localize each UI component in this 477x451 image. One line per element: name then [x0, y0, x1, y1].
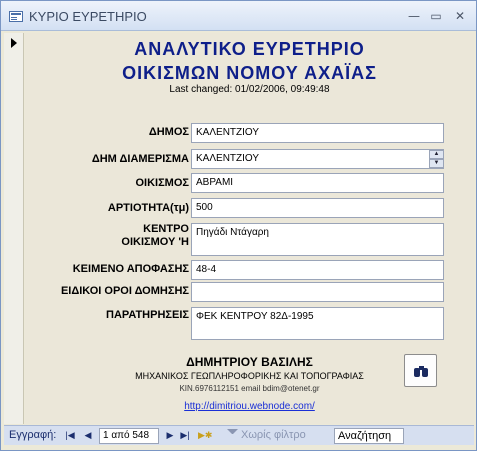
dim-diamerisma-label: ΔΗΜ ΔΙΑΜΕΡΙΣΜΑ: [91, 153, 189, 165]
main-window: ΚΥΡΙΟ ΕΥΡΕΤΗΡΙΟ — ▭ ✕ ΑΝΑΛΥΤΙΚΟ ΕΥΡΕΤΗΡΙ…: [0, 0, 477, 451]
spin-up-icon[interactable]: ▲: [429, 150, 444, 159]
eidikoi-label: ΕΙΔΙΚΟΙ ΟΡΟΙ ΔΟΜΗΣΗΣ: [60, 285, 189, 297]
form-heading-line2: ΟΙΚΙΣΜΩΝ ΝΟΜΟΥ ΑΧΑΪΑΣ: [122, 63, 377, 83]
current-record-arrow-icon: [11, 38, 17, 48]
maximize-button[interactable]: ▭: [426, 8, 446, 25]
kentro-label-line1: ΚΕΝΤΡΟ: [143, 223, 189, 235]
first-record-icon[interactable]: |◀: [64, 428, 76, 442]
keimeno-field[interactable]: 48-4: [191, 260, 444, 280]
search-box[interactable]: Αναζήτηση: [334, 428, 404, 444]
eidikoi-field[interactable]: [191, 282, 444, 302]
record-position-input[interactable]: 1 από 548: [99, 428, 159, 444]
previous-record-icon[interactable]: ◀: [82, 428, 94, 442]
record-selector[interactable]: [4, 33, 24, 424]
dimos-label: ΔΗΜΟΣ: [148, 126, 189, 138]
dim-diamerisma-spinner[interactable]: ▲ ▼: [429, 150, 444, 168]
oikismos-field[interactable]: ΑΒΡΑΜΙ: [191, 173, 444, 193]
window-title: ΚΥΡΙΟ ΕΥΡΕΤΗΡΙΟ: [29, 9, 147, 24]
artiotita-field[interactable]: 500: [191, 198, 444, 218]
minimize-button[interactable]: —: [404, 8, 424, 25]
new-record-icon[interactable]: ▶✱: [198, 428, 212, 442]
binoculars-icon: [414, 366, 429, 377]
filter-icon: [227, 429, 238, 438]
paratiriseis-field[interactable]: ΦΕΚ ΚΕΝΤΡΟΥ 82Δ-1995: [191, 307, 444, 340]
filter-status[interactable]: Χωρίς φίλτρο: [227, 429, 306, 441]
filter-label: Χωρίς φίλτρο: [241, 429, 306, 441]
next-record-icon[interactable]: ▶: [164, 428, 176, 442]
title-bar: ΚΥΡΙΟ ΕΥΡΕΤΗΡΙΟ — ▭ ✕: [1, 1, 476, 31]
artiotita-label: ΑΡΤΙΟΤΗΤΑ(τμ): [107, 202, 189, 214]
kentro-field[interactable]: Πηγάδι Ντάγαρη: [191, 223, 444, 256]
oikismos-label: ΟΙΚΙΣΜΟΣ: [135, 177, 189, 189]
find-button[interactable]: [404, 354, 437, 387]
spin-down-icon[interactable]: ▼: [429, 159, 444, 168]
record-label: Εγγραφή:: [9, 429, 57, 441]
record-navigation-bar: Εγγραφή: |◀ ◀ 1 από 548 ▶ ▶| ▶✱ Χωρίς φί…: [4, 425, 474, 445]
dimos-field[interactable]: ΚΑΛΕΝΤΖΙΟΥ: [191, 123, 444, 143]
dim-diamerisma-combo[interactable]: ΚΑΛΕΝΤΖΙΟΥ: [191, 149, 444, 169]
last-record-icon[interactable]: ▶|: [179, 428, 191, 442]
close-button[interactable]: ✕: [450, 8, 470, 25]
author-website-link[interactable]: http://dimitriou.webnode.com/: [25, 401, 474, 412]
form-body: ΑΝΑΛΥΤΙΚΟ ΕΥΡΕΤΗΡΙΟ ΟΙΚΙΣΜΩΝ ΝΟΜΟΥ ΑΧΑΪΑ…: [25, 33, 474, 424]
kentro-label-line2: ΟΙΚΙΣΜΟΥ 'Η: [121, 236, 189, 248]
paratiriseis-label: ΠΑΡΑΤΗΡΗΣΕΙΣ: [106, 309, 189, 321]
last-changed-text: Last changed: 01/02/2006, 09:49:48: [169, 84, 330, 95]
form-heading-line1: ΑΝΑΛΥΤΙΚΟ ΕΥΡΕΤΗΡΙΟ: [134, 39, 365, 59]
keimeno-label: ΚΕΙΜΕΝΟ ΑΠΟΦΑΣΗΣ: [72, 263, 189, 275]
form-icon: [9, 11, 23, 22]
